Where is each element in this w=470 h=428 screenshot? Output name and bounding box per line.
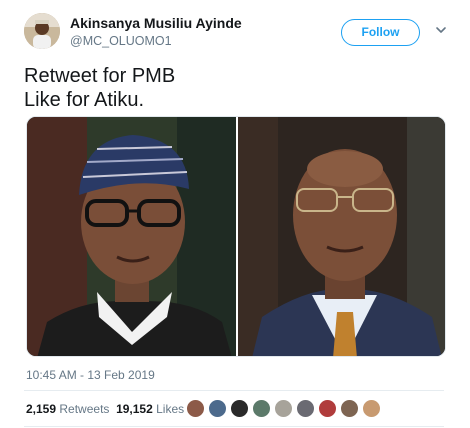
likes-label[interactable]: Likes: [156, 402, 184, 416]
retweets-label[interactable]: Retweets: [59, 402, 109, 416]
tweet-text: Retweet for PMB Like for Atiku.: [24, 64, 175, 112]
liker-avatar[interactable]: [318, 399, 337, 418]
liker-avatar[interactable]: [362, 399, 381, 418]
tweet-card: Akinsanya Musiliu Ayinde @MC_OLUOMO1 Fol…: [0, 0, 470, 428]
author-avatar[interactable]: [24, 13, 60, 49]
chevron-down-icon[interactable]: [434, 23, 448, 37]
likes-count[interactable]: 19,152: [116, 402, 153, 416]
tweet-text-line: Retweet for PMB: [24, 65, 176, 87]
liker-avatar[interactable]: [252, 399, 271, 418]
liker-avatar[interactable]: [274, 399, 293, 418]
tweet-media[interactable]: [26, 116, 446, 357]
liker-avatar[interactable]: [340, 399, 359, 418]
author-handle[interactable]: @MC_OLUOMO1: [70, 34, 172, 48]
retweets-count[interactable]: 2,159: [26, 402, 56, 416]
divider: [24, 390, 444, 391]
follow-button[interactable]: Follow: [341, 19, 420, 46]
liker-avatar[interactable]: [296, 399, 315, 418]
tweet-timestamp[interactable]: 10:45 AM - 13 Feb 2019: [26, 368, 155, 382]
tweet-text-line: Like for Atiku.: [24, 89, 145, 111]
liker-avatar[interactable]: [208, 399, 227, 418]
divider: [24, 426, 444, 427]
liker-avatar[interactable]: [230, 399, 249, 418]
liker-avatar[interactable]: [186, 399, 205, 418]
author-display-name[interactable]: Akinsanya Musiliu Ayinde: [70, 15, 242, 31]
engagement-stats: 2,159 Retweets 19,152 Likes: [26, 402, 184, 416]
